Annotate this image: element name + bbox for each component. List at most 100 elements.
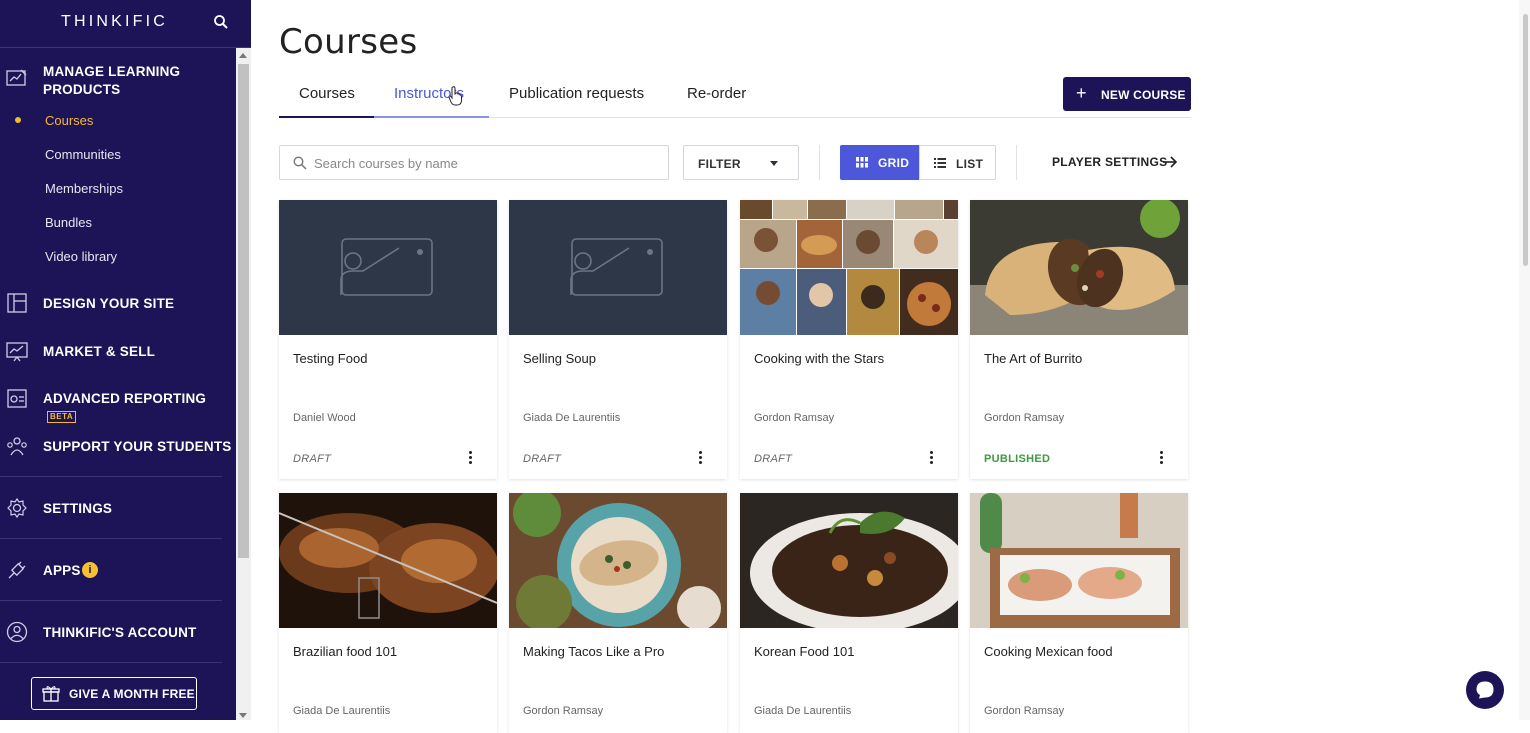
course-author: Giada De Laurentiis xyxy=(293,705,391,717)
new-course-label: NEW COURSE xyxy=(1101,88,1186,102)
account-icon xyxy=(6,621,28,643)
nav-market-and-sell[interactable]: MARKET & SELL xyxy=(43,343,155,361)
gear-icon xyxy=(7,497,27,519)
course-card[interactable]: Selling Soup Giada De Laurentiis DRAFT xyxy=(509,200,727,479)
nav-manage-learning-products[interactable]: MANAGE LEARNING PRODUCTS xyxy=(43,63,213,99)
course-author: Giada De Laurentiis xyxy=(523,412,621,424)
course-title[interactable]: Cooking with the Stars xyxy=(754,351,884,366)
layout-icon xyxy=(7,293,27,313)
course-author: Gordon Ramsay xyxy=(754,412,835,424)
burrito-image xyxy=(970,200,1188,335)
gift-icon xyxy=(42,686,60,702)
sidebar-divider xyxy=(0,600,222,601)
grid-view-button[interactable]: GRID xyxy=(840,145,920,180)
info-badge: i xyxy=(82,562,98,578)
list-view-button[interactable]: LIST xyxy=(919,145,996,180)
give-a-month-free-label: GIVE A MONTH FREE xyxy=(69,687,195,701)
presentation-placeholder-icon xyxy=(570,238,663,296)
course-author: Daniel Wood xyxy=(293,412,356,424)
report-icon xyxy=(7,389,27,408)
active-indicator xyxy=(15,117,21,123)
course-card[interactable]: Cooking Mexican food Gordon Ramsay xyxy=(970,493,1188,733)
nav-apps[interactable]: APPS xyxy=(43,562,81,580)
more-options-icon[interactable] xyxy=(929,451,935,465)
sidebar-header: THINKIFIC xyxy=(0,0,251,48)
grilled-meat-image xyxy=(279,493,497,628)
course-title[interactable]: The Art of Burrito xyxy=(984,351,1082,366)
course-thumbnail-image[interactable] xyxy=(509,493,727,628)
nav-design-your-site[interactable]: DESIGN YOUR SITE xyxy=(43,295,174,313)
sidebar-item-video-library[interactable]: Video library xyxy=(45,249,117,264)
filter-dropdown[interactable]: FILTER xyxy=(683,145,799,180)
scroll-down-arrow-icon[interactable] xyxy=(239,713,247,718)
course-title[interactable]: Brazilian food 101 xyxy=(293,644,397,659)
plug-icon xyxy=(8,561,26,579)
korean-dish-image xyxy=(740,493,958,628)
course-card[interactable]: Testing Food Daniel Wood DRAFT xyxy=(279,200,497,479)
tacos-plate-image xyxy=(509,493,727,628)
search-icon[interactable] xyxy=(213,14,229,30)
presentation-placeholder-icon xyxy=(340,238,433,296)
course-thumbnail-image[interactable] xyxy=(970,200,1188,335)
course-title[interactable]: Making Tacos Like a Pro xyxy=(523,644,664,659)
tab-courses[interactable]: Courses xyxy=(299,85,355,102)
thinkific-logo[interactable]: THINKIFIC xyxy=(61,13,168,31)
course-title[interactable]: Selling Soup xyxy=(523,351,596,366)
hover-tab-underline xyxy=(374,116,489,118)
plus-icon: + xyxy=(1076,83,1087,103)
sidebar: THINKIFIC MANAGE LEARNING PRODUCTS Cours… xyxy=(0,0,251,720)
course-card[interactable]: Korean Food 101 Giada De Laurentiis xyxy=(740,493,958,733)
course-thumbnail-image[interactable] xyxy=(740,200,958,335)
hand-cursor-icon xyxy=(448,86,462,106)
nav-support-your-students[interactable]: SUPPORT YOUR STUDENTS xyxy=(43,438,231,456)
filter-label: FILTER xyxy=(698,157,741,171)
more-options-icon[interactable] xyxy=(698,451,704,465)
course-title[interactable]: Cooking Mexican food xyxy=(984,644,1113,659)
course-title[interactable]: Korean Food 101 xyxy=(754,644,854,659)
chat-button[interactable] xyxy=(1466,671,1504,709)
course-thumbnail-image[interactable] xyxy=(970,493,1188,628)
nav-thinkifics-account[interactable]: THINKIFIC'S ACCOUNT xyxy=(43,624,197,642)
chef-collage-image xyxy=(740,200,958,335)
nav-advanced-reporting[interactable]: ADVANCED REPORTING BETA xyxy=(43,390,233,426)
course-card[interactable]: The Art of Burrito Gordon Ramsay PUBLISH… xyxy=(970,200,1188,479)
page-title: Courses xyxy=(279,22,418,62)
give-a-month-free-button[interactable]: GIVE A MONTH FREE xyxy=(31,677,197,710)
sidebar-item-bundles[interactable]: Bundles xyxy=(45,215,92,230)
course-thumbnail-placeholder[interactable] xyxy=(509,200,727,335)
sidebar-item-courses[interactable]: Courses xyxy=(45,113,93,128)
list-icon xyxy=(934,158,946,168)
list-label: LIST xyxy=(956,157,984,171)
course-author: Gordon Ramsay xyxy=(984,412,1065,424)
course-status: DRAFT xyxy=(293,453,332,465)
search-box[interactable] xyxy=(279,145,669,180)
edit-board-icon xyxy=(6,69,27,86)
sidebar-item-communities[interactable]: Communities xyxy=(45,147,121,162)
more-options-icon[interactable] xyxy=(1159,451,1165,465)
sidebar-item-memberships[interactable]: Memberships xyxy=(45,181,123,196)
course-thumbnail-image[interactable] xyxy=(279,493,497,628)
course-thumbnail-placeholder[interactable] xyxy=(279,200,497,335)
nav-settings[interactable]: SETTINGS xyxy=(43,500,112,518)
active-tab-underline xyxy=(279,116,374,118)
toolbar-separator xyxy=(819,145,820,180)
course-card[interactable]: Brazilian food 101 Giada De Laurentiis xyxy=(279,493,497,733)
tab-publication-requests[interactable]: Publication requests xyxy=(509,85,644,102)
new-course-button[interactable]: + NEW COURSE xyxy=(1063,77,1191,111)
tab-re-order[interactable]: Re-order xyxy=(687,85,746,102)
course-author: Gordon Ramsay xyxy=(523,705,604,717)
more-options-icon[interactable] xyxy=(468,451,474,465)
sidebar-scrollbar-thumb[interactable] xyxy=(238,64,249,558)
page-scrollbar-thumb[interactable] xyxy=(1523,14,1528,266)
player-settings-link[interactable]: PLAYER SETTINGS xyxy=(1052,155,1167,169)
course-author: Giada De Laurentiis xyxy=(754,705,852,717)
course-status: DRAFT xyxy=(754,453,793,465)
arrow-right-icon[interactable] xyxy=(1162,155,1178,169)
course-thumbnail-image[interactable] xyxy=(740,493,958,628)
nav-advanced-reporting-label: ADVANCED REPORTING xyxy=(43,391,207,406)
course-card[interactable]: Cooking with the Stars Gordon Ramsay DRA… xyxy=(740,200,958,479)
course-title[interactable]: Testing Food xyxy=(293,351,367,366)
course-card[interactable]: Making Tacos Like a Pro Gordon Ramsay xyxy=(509,493,727,733)
search-input[interactable] xyxy=(314,154,654,172)
scroll-up-arrow-icon[interactable] xyxy=(239,53,247,58)
